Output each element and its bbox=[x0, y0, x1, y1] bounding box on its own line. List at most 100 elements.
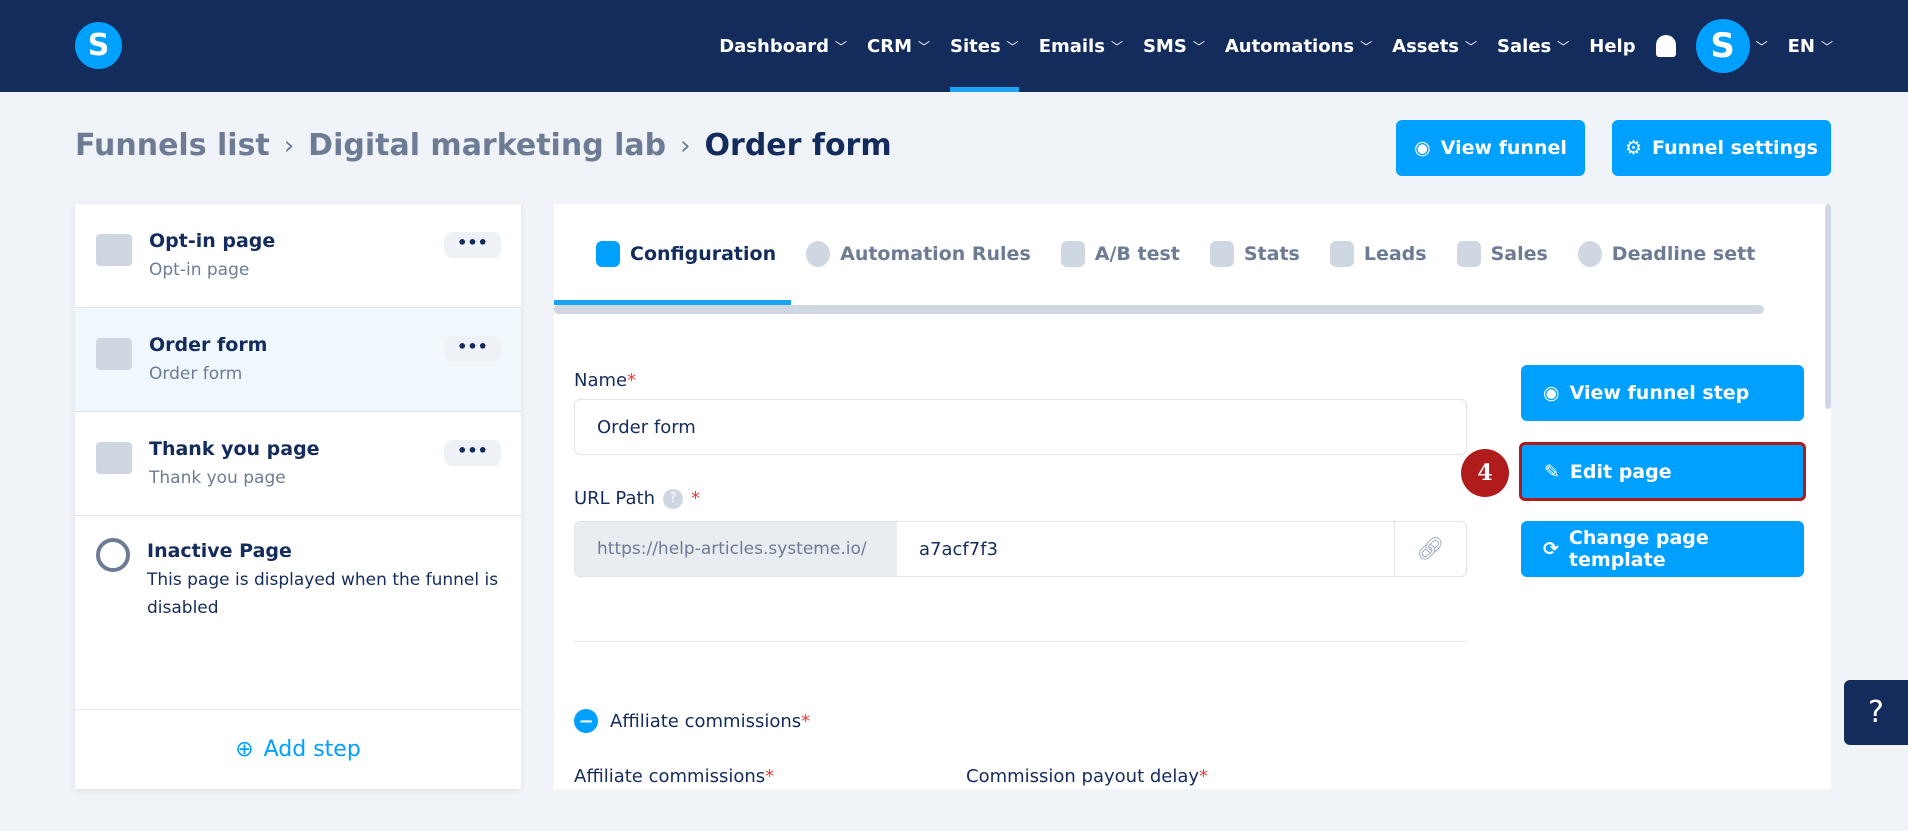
nav-dashboard[interactable]: Dashboard ﹀ bbox=[719, 0, 847, 92]
tab-deadline-settings[interactable]: Deadline sett bbox=[1577, 241, 1756, 267]
bar-chart-icon bbox=[1209, 241, 1234, 267]
nav-label: Sites bbox=[950, 35, 1001, 57]
affiliate-commissions-toggle[interactable]: − Affiliate commissions * bbox=[574, 709, 810, 733]
nav-label: SMS bbox=[1142, 35, 1187, 57]
avatar: S bbox=[1695, 19, 1750, 73]
language-menu[interactable]: EN ﹀ bbox=[1788, 0, 1833, 92]
step-inactive-page[interactable]: Inactive Page This page is displayed when… bbox=[75, 516, 521, 622]
nav-label: Emails bbox=[1038, 35, 1105, 57]
funnel-settings-button[interactable]: ⚙ Funnel settings bbox=[1612, 120, 1831, 176]
nav-label: Automations bbox=[1224, 35, 1355, 57]
more-options-button[interactable]: ••• bbox=[444, 232, 501, 258]
tab-label: Sales bbox=[1490, 243, 1548, 265]
nav-help[interactable]: Help bbox=[1589, 0, 1635, 92]
breadcrumb-funnels-list[interactable]: Funnels list bbox=[75, 128, 270, 163]
nav-sales[interactable]: Sales ﹀ bbox=[1497, 0, 1569, 92]
tab-bar: Configuration Automation Rules A/B test … bbox=[554, 204, 1824, 304]
view-funnel-button[interactable]: ◉ View funnel bbox=[1396, 120, 1585, 176]
step-thank-you[interactable]: Thank you page Thank you page ••• bbox=[75, 412, 521, 516]
tab-label: Stats bbox=[1243, 243, 1300, 265]
step-subtitle: Thank you page bbox=[149, 468, 286, 488]
step-title: Inactive Page bbox=[147, 540, 292, 562]
vertical-scrollbar[interactable] bbox=[1825, 204, 1831, 409]
chevron-right-icon: › bbox=[680, 130, 691, 161]
prohibited-icon bbox=[96, 538, 130, 572]
nav-label: CRM bbox=[867, 35, 912, 57]
help-button[interactable]: ? bbox=[1844, 680, 1908, 745]
name-input[interactable]: Order form bbox=[574, 399, 1467, 455]
tab-automation-rules[interactable]: Automation Rules bbox=[806, 241, 1031, 267]
button-label: Change page template bbox=[1568, 527, 1709, 571]
plus-circle-icon: ⊕ bbox=[235, 737, 254, 762]
users-icon bbox=[1329, 241, 1354, 267]
step-opt-in[interactable]: Opt-in page Opt-in page ••• bbox=[75, 204, 521, 308]
lang-label: EN bbox=[1787, 35, 1815, 57]
logo[interactable]: S bbox=[75, 22, 122, 69]
cart-icon bbox=[96, 338, 132, 370]
nav-emails[interactable]: Emails ﹀ bbox=[1039, 0, 1123, 92]
change-page-template-button[interactable]: ⟳ Change page template bbox=[1521, 521, 1804, 577]
chevron-down-icon: ﹀ bbox=[1192, 39, 1205, 54]
tab-label: Configuration bbox=[630, 243, 777, 265]
more-options-button[interactable]: ••• bbox=[444, 440, 501, 466]
tab-stats[interactable]: Stats bbox=[1209, 241, 1300, 267]
nav-sites[interactable]: Sites ﹀ bbox=[950, 0, 1019, 92]
commission-payout-delay-label: Commission payout delay* bbox=[966, 766, 1209, 787]
button-label: Add step bbox=[263, 737, 361, 762]
nav-label: Dashboard bbox=[719, 35, 829, 57]
step-number-badge: 4 bbox=[1461, 449, 1509, 497]
help-circle-icon[interactable]: ? bbox=[662, 488, 683, 509]
eye-icon: ◉ bbox=[1414, 137, 1431, 159]
view-funnel-step-button[interactable]: ◉ View funnel step bbox=[1521, 365, 1804, 421]
chevron-down-icon: ﹀ bbox=[834, 39, 847, 54]
tab-label: Deadline sett bbox=[1611, 243, 1756, 265]
nav-label: Assets bbox=[1392, 35, 1460, 57]
breadcrumb: Funnels list › Digital marketing lab › O… bbox=[75, 128, 892, 163]
button-label: Funnel settings bbox=[1652, 137, 1818, 159]
cart-check-icon bbox=[96, 442, 132, 474]
breadcrumb-funnel[interactable]: Digital marketing lab bbox=[308, 128, 666, 163]
tab-label: Automation Rules bbox=[840, 243, 1031, 265]
bell-icon[interactable] bbox=[1655, 35, 1676, 57]
chevron-down-icon: ﹀ bbox=[1110, 39, 1123, 54]
breadcrumb-current: Order form bbox=[704, 128, 892, 163]
edit-icon: ✎ bbox=[1544, 460, 1560, 483]
account-menu[interactable]: S ﹀ bbox=[1695, 0, 1768, 92]
tab-ab-test[interactable]: A/B test bbox=[1060, 241, 1180, 267]
url-path-label: URL Path? * bbox=[574, 488, 700, 509]
tab-leads[interactable]: Leads bbox=[1329, 241, 1427, 267]
url-path-field: https://help-articles.systeme.io/ a7acf7… bbox=[574, 521, 1467, 577]
sliders-icon bbox=[596, 241, 620, 267]
button-label: View funnel bbox=[1440, 137, 1567, 159]
chevron-down-icon: ﹀ bbox=[1755, 39, 1768, 54]
link-icon[interactable]: 🔗︎ bbox=[1394, 522, 1466, 576]
button-label: Edit page bbox=[1569, 460, 1672, 483]
edit-page-button[interactable]: ✎ Edit page bbox=[1519, 442, 1806, 501]
nav-assets[interactable]: Assets ﹀ bbox=[1392, 0, 1477, 92]
horizontal-scrollbar[interactable] bbox=[554, 305, 1764, 314]
url-path-input[interactable]: a7acf7f3 bbox=[897, 539, 1394, 560]
gear-icon: ⚙ bbox=[1625, 137, 1643, 159]
nav-automations[interactable]: Automations ﹀ bbox=[1225, 0, 1372, 92]
clock-icon bbox=[1577, 241, 1602, 267]
chevron-down-icon: ﹀ bbox=[1465, 39, 1478, 54]
url-prefix: https://help-articles.systeme.io/ bbox=[575, 522, 897, 576]
eye-icon: ◉ bbox=[1543, 382, 1560, 404]
chevron-down-icon: ﹀ bbox=[917, 39, 930, 54]
nav-crm[interactable]: CRM ﹀ bbox=[867, 0, 930, 92]
tab-sales[interactable]: Sales bbox=[1456, 241, 1548, 267]
tab-label: Leads bbox=[1363, 243, 1427, 265]
step-order-form[interactable]: Order form Order form ••• bbox=[75, 308, 521, 412]
top-navbar: S Dashboard ﹀ CRM ﹀ Sites ﹀ Emails ﹀ SMS ﹀ Au… bbox=[0, 0, 1908, 92]
chevron-down-icon: ﹀ bbox=[1820, 39, 1833, 54]
nav-sms[interactable]: SMS ﹀ bbox=[1143, 0, 1205, 92]
add-step-button[interactable]: ⊕ Add step bbox=[75, 709, 521, 789]
divider bbox=[574, 641, 1467, 642]
step-description: This page is displayed when the funnel i… bbox=[147, 570, 499, 618]
more-options-button[interactable]: ••• bbox=[444, 336, 501, 362]
page-icon bbox=[96, 234, 132, 266]
chevron-down-icon: ﹀ bbox=[1360, 39, 1373, 54]
chevron-right-icon: › bbox=[283, 130, 295, 161]
dollar-icon bbox=[1456, 241, 1481, 267]
tab-configuration[interactable]: Configuration bbox=[596, 241, 776, 267]
